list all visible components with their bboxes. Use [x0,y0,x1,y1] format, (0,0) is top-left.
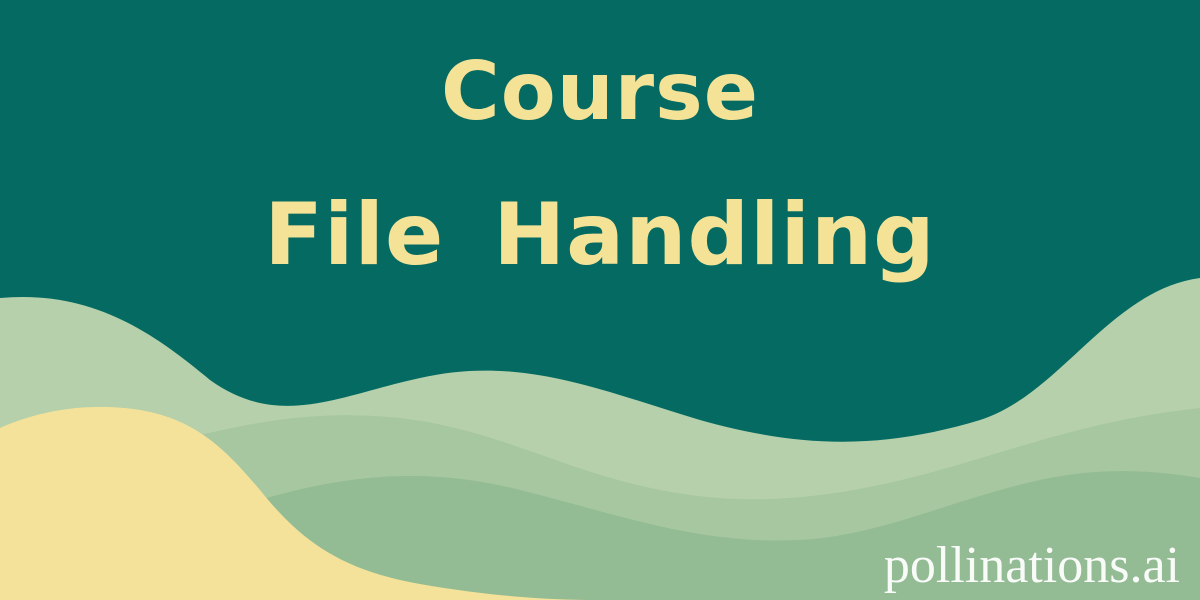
course-subtitle: File Handling [264,185,936,285]
watermark-logo-text: pollinations.ai [883,537,1180,594]
course-title: Course [441,45,759,138]
course-banner: Course File Handling pollinations.ai [0,0,1200,600]
